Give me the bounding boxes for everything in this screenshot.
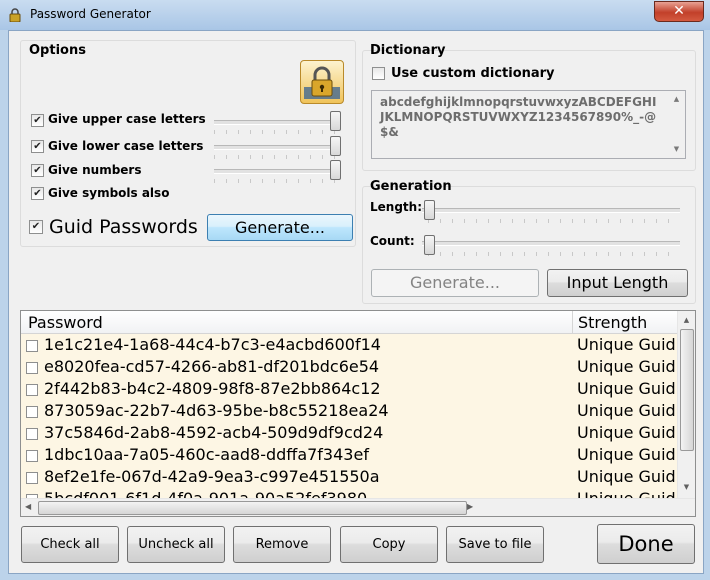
row-password: 1e1c21e4-1a68-44c4-b7c3-e4acbd600f14	[44, 335, 381, 354]
table-row[interactable]: 2f442b83-b4c2-4809-98f8-87e2bb864c12 Uniq…	[21, 378, 677, 401]
close-button[interactable]: ✕	[654, 1, 704, 22]
table-vertical-scrollbar[interactable]: ▲ ▼	[677, 311, 695, 498]
copy-button[interactable]: Copy	[340, 526, 438, 563]
done-button[interactable]: Done	[597, 524, 695, 564]
uncheck-all-button[interactable]: Uncheck all	[127, 526, 225, 563]
row-checkbox[interactable]	[26, 406, 38, 418]
row-strength: Unique Guid	[577, 401, 676, 420]
save-to-file-button[interactable]: Save to file	[446, 526, 544, 563]
symbols-checkbox[interactable]: ✔	[31, 187, 44, 200]
table-row[interactable]: 8ef2e1fe-067d-42a9-9ea3-c997e451550a Uniq…	[21, 466, 677, 489]
check-all-button[interactable]: Check all	[21, 526, 119, 563]
row-strength: Unique Guid	[577, 467, 676, 486]
horizontal-scroll-thumb[interactable]	[38, 501, 467, 515]
table-row[interactable]: 37c5846d-2ab8-4592-acb4-509d9df9cd24 Uniq…	[21, 422, 677, 445]
row-password: 37c5846d-2ab8-4592-acb4-509d9df9cd24	[44, 423, 384, 442]
row-password: 8ef2e1fe-067d-42a9-9ea3-c997e451550a	[44, 467, 380, 486]
length-ticks	[428, 219, 680, 223]
numbers-slider-thumb[interactable]	[330, 160, 341, 180]
scroll-right-icon[interactable]: ▶	[467, 502, 473, 511]
upper-case-slider-thumb[interactable]	[330, 111, 341, 131]
count-slider-thumb[interactable]	[424, 235, 435, 255]
table-horizontal-scrollbar[interactable]: ◀ ▶	[21, 498, 695, 516]
upper-case-label: Give upper case letters	[48, 112, 206, 126]
symbols-label: Give symbols also	[48, 186, 170, 200]
length-slider[interactable]	[422, 208, 680, 213]
window-title: Password Generator	[30, 7, 151, 21]
scroll-up-icon[interactable]: ▲	[668, 95, 685, 103]
numbers-label: Give numbers	[48, 163, 142, 177]
numbers-slider[interactable]	[214, 169, 336, 174]
lower-case-slider[interactable]	[214, 145, 336, 150]
row-checkbox[interactable]	[26, 428, 38, 440]
column-strength[interactable]: Strength	[578, 313, 647, 332]
options-title: Options	[29, 43, 86, 58]
column-divider[interactable]	[572, 311, 573, 333]
table-row[interactable]: 873059ac-22b7-4d63-95be-b8c55218ea24 Uniq…	[21, 400, 677, 423]
row-password: 873059ac-22b7-4d63-95be-b8c55218ea24	[44, 401, 389, 420]
lower-case-label: Give lower case letters	[48, 139, 204, 153]
generation-title: Generation	[370, 179, 452, 194]
row-checkbox[interactable]	[26, 450, 38, 462]
numbers-checkbox[interactable]: ✔	[31, 164, 44, 177]
lower-case-checkbox[interactable]: ✔	[31, 140, 44, 153]
row-strength: Unique Guid	[577, 423, 676, 442]
guid-checkbox[interactable]: ✔	[29, 220, 43, 234]
scroll-down-icon[interactable]: ▼	[678, 483, 695, 491]
lower-case-slider-thumb[interactable]	[330, 136, 341, 156]
table-row[interactable]: e8020fea-cd57-4266-ab81-df201bdc6e54 Uniq…	[21, 356, 677, 379]
numbers-ticks	[214, 179, 336, 183]
row-strength: Unique Guid	[577, 335, 676, 354]
table-body: 1e1c21e4-1a68-44c4-b7c3-e4acbd600f14 Uniq…	[21, 334, 677, 499]
remove-button[interactable]: Remove	[233, 526, 331, 563]
table-row[interactable]: 1dbc10aa-7a05-460c-aad8-ddffa7f343ef Uniq…	[21, 444, 677, 467]
row-strength: Unique Guid	[577, 379, 676, 398]
generation-generate-button[interactable]: Generate...	[371, 269, 539, 297]
lock-icon	[300, 60, 344, 104]
scroll-left-icon[interactable]: ◀	[25, 502, 31, 511]
lower-case-ticks	[214, 155, 336, 159]
upper-case-ticks	[214, 130, 336, 134]
row-password: e8020fea-cd57-4266-ab81-df201bdc6e54	[44, 357, 380, 376]
upper-case-checkbox[interactable]: ✔	[31, 114, 44, 127]
row-checkbox[interactable]	[26, 340, 38, 352]
guid-label: Guid Passwords	[49, 216, 198, 238]
password-table: Password Strength 1e1c21e4-1a68-44c4-b7c…	[20, 310, 696, 517]
custom-dictionary-label: Use custom dictionary	[391, 66, 555, 81]
dictionary-textbox[interactable]: abcdefghijklmnopqrstuvwxyzABCDEFGHIJKLMN…	[371, 90, 686, 159]
length-slider-thumb[interactable]	[424, 200, 435, 220]
scroll-up-icon[interactable]: ▲	[678, 316, 695, 324]
count-slider[interactable]	[422, 241, 680, 246]
row-checkbox[interactable]	[26, 384, 38, 396]
length-label: Length:	[370, 200, 422, 214]
row-checkbox[interactable]	[26, 362, 38, 374]
column-password[interactable]: Password	[28, 313, 103, 332]
scroll-down-icon[interactable]: ▼	[668, 145, 685, 153]
app-lock-icon	[8, 7, 22, 23]
input-length-button[interactable]: Input Length	[547, 269, 688, 297]
row-strength: Unique Guid	[577, 445, 676, 464]
row-checkbox[interactable]	[26, 472, 38, 484]
row-password: 2f442b83-b4c2-4809-98f8-87e2bb864c12	[44, 379, 381, 398]
dictionary-scrollbar[interactable]: ▲ ▼	[668, 91, 685, 158]
guid-generate-button[interactable]: Generate...	[207, 214, 353, 241]
vertical-scroll-thumb[interactable]	[680, 329, 694, 451]
count-label: Count:	[370, 234, 415, 248]
row-strength: Unique Guid	[577, 357, 676, 376]
dictionary-title: Dictionary	[370, 43, 446, 58]
table-header: Password Strength	[21, 311, 695, 334]
custom-dictionary-checkbox[interactable]	[372, 67, 385, 80]
count-ticks	[428, 252, 680, 256]
row-password: 1dbc10aa-7a05-460c-aad8-ddffa7f343ef	[44, 445, 369, 464]
upper-case-slider[interactable]	[214, 120, 336, 125]
table-row[interactable]: 1e1c21e4-1a68-44c4-b7c3-e4acbd600f14 Uniq…	[21, 334, 677, 357]
